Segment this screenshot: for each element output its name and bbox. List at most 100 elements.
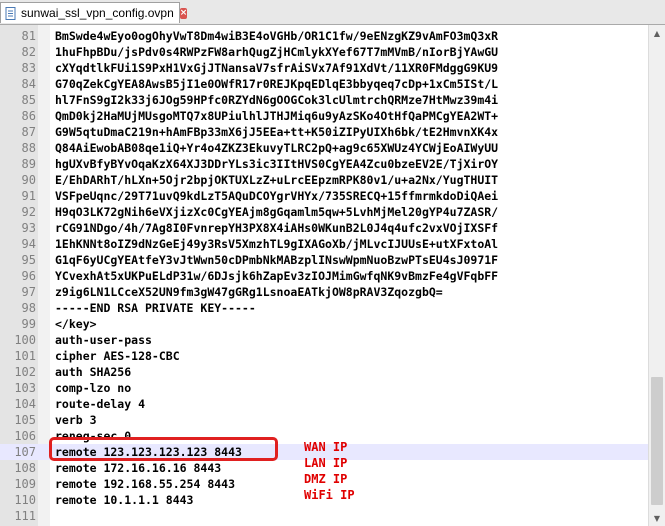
- line-number: 110: [14, 493, 36, 507]
- code-line[interactable]: 91 VSFpeUqnc/29T71uvQ9kdLzT5AQuDCOYgrVHYx…: [0, 188, 648, 204]
- line-number: 81: [21, 29, 36, 43]
- vertical-scrollbar[interactable]: ▲ ▼: [648, 25, 665, 526]
- line-number: 89: [21, 157, 36, 171]
- line-number: 99: [21, 317, 36, 331]
- code-line[interactable]: 88 Q84AiEwobAB08qe1iQ+Yr4o4ZKZ3EkuvyTLRC2…: [0, 140, 648, 156]
- tab-bar: sunwai_ssl_vpn_config.ovpn ×: [0, 0, 665, 25]
- code-line[interactable]: 95 G1qF6yUCgYEAtfeY3vJtWwn50cDPmbNkMABzpl…: [0, 252, 648, 268]
- line-number: 111: [14, 509, 36, 523]
- annotation-label: DMZ IP: [304, 472, 348, 486]
- line-number: 92: [21, 205, 36, 219]
- wan-ip-highlight-box: [49, 437, 278, 461]
- line-text[interactable]: G9W5qtuDmaC219n+hAmFBp33mX6jJ5EEa+tt+K50…: [55, 124, 498, 140]
- code-line[interactable]: 96 YCvexhAt5xUKPuELdP31w/6DJsjk6hZapEv3zI…: [0, 268, 648, 284]
- code-line[interactable]: 81 BmSwde4wEyo0ogOhyVwT8Dm4wiB3E4oVGHb/OR…: [0, 28, 648, 44]
- line-text[interactable]: hl7FnS9gI2k33j6JOg59HPfc0RZYdN6gOOGCok3l…: [55, 92, 498, 108]
- scroll-down-icon[interactable]: ▼: [649, 510, 665, 526]
- line-text[interactable]: G70qZekCgYEA8AwsB5jI1e0OWfR17r0REJKpqEDl…: [55, 76, 498, 92]
- line-text[interactable]: auth SHA256: [55, 364, 131, 380]
- line-text[interactable]: comp-lzo no: [55, 380, 131, 396]
- line-number: 108: [14, 461, 36, 475]
- line-text[interactable]: E/EhDARhT/hLXn+5Ojr2bpjOKTUXLzZ+uLrcEEpz…: [55, 172, 498, 188]
- line-text[interactable]: BmSwde4wEyo0ogOhyVwT8Dm4wiB3E4oVGHb/OR1C…: [55, 28, 498, 44]
- code-line[interactable]: 87 G9W5qtuDmaC219n+hAmFBp33mX6jJ5EEa+tt+K…: [0, 124, 648, 140]
- code-line[interactable]: 89 hgUXvBfyBYvOqaKzX64XJ3DDrYLs3ic3IItHVS…: [0, 156, 648, 172]
- line-number: 107: [14, 445, 36, 459]
- code-line[interactable]: 104 route-delay 4: [0, 396, 648, 412]
- code-line[interactable]: 94 1EhKNNt8oIZ9dNzGeEj49y3RsV5XmzhTL9gIXA…: [0, 236, 648, 252]
- line-number: 98: [21, 301, 36, 315]
- code-line[interactable]: 105 verb 3: [0, 412, 648, 428]
- line-text[interactable]: 1huFhpBDu/jsPdv0s4RWPzFW8arhQugZjHCmlykX…: [55, 44, 498, 60]
- line-number: 94: [21, 237, 36, 251]
- line-text[interactable]: verb 3: [55, 412, 97, 428]
- line-number: 93: [21, 221, 36, 235]
- line-number: 97: [21, 285, 36, 299]
- line-text[interactable]: rCG91NDgo/4h/7Ag8I0FvnrepYH3PX8X4iAHs0WK…: [55, 220, 498, 236]
- line-number: 101: [14, 349, 36, 363]
- line-number: 104: [14, 397, 36, 411]
- line-number: 85: [21, 93, 36, 107]
- line-text[interactable]: H9qO3LK72gNih6eVXjizXc0CgYEAjm8gGqamlm5q…: [55, 204, 498, 220]
- code-line[interactable]: 111: [0, 508, 648, 524]
- line-text[interactable]: route-delay 4: [55, 396, 145, 412]
- line-number: 87: [21, 125, 36, 139]
- code-line[interactable]: 100 auth-user-pass: [0, 332, 648, 348]
- close-icon[interactable]: ×: [179, 7, 188, 19]
- code-line[interactable]: 99 </key>: [0, 316, 648, 332]
- line-text[interactable]: G1qF6yUCgYEAtfeY3vJtWwn50cDPmbNkMABzplIN…: [55, 252, 498, 268]
- line-text[interactable]: remote 10.1.1.1 8443: [55, 492, 193, 508]
- line-text[interactable]: remote 192.168.55.254 8443: [55, 476, 235, 492]
- annotation-label: WiFi IP: [304, 488, 355, 502]
- code-line[interactable]: 92 H9qO3LK72gNih6eVXjizXc0CgYEAjm8gGqamlm…: [0, 204, 648, 220]
- line-text[interactable]: hgUXvBfyBYvOqaKzX64XJ3DDrYLs3ic3IItHVS0C…: [55, 156, 498, 172]
- code-line[interactable]: 86 QmD0kj2HaMUjMUsgoMTQ7x8UPiulhlJTHJMiq6…: [0, 108, 648, 124]
- line-text[interactable]: Q84AiEwobAB08qe1iQ+Yr4o4ZKZ3EkuvyTLRC2pQ…: [55, 140, 498, 156]
- code-line[interactable]: 98 -----END RSA PRIVATE KEY-----: [0, 300, 648, 316]
- line-number: 84: [21, 77, 36, 91]
- file-icon: [5, 6, 17, 20]
- code-line[interactable]: 93 rCG91NDgo/4h/7Ag8I0FvnrepYH3PX8X4iAHs0…: [0, 220, 648, 236]
- line-number: 96: [21, 269, 36, 283]
- line-number: 82: [21, 45, 36, 59]
- line-number: 86: [21, 109, 36, 123]
- code-line[interactable]: 103 comp-lzo no: [0, 380, 648, 396]
- tab-sunwai-ssl-vpn-config[interactable]: sunwai_ssl_vpn_config.ovpn ×: [0, 2, 188, 23]
- line-text[interactable]: QmD0kj2HaMUjMUsgoMTQ7x8UPiulhlJTHJMiq6u9…: [55, 108, 498, 124]
- code-line[interactable]: 82 1huFhpBDu/jsPdv0s4RWPzFW8arhQugZjHCmly…: [0, 44, 648, 60]
- line-number: 83: [21, 61, 36, 75]
- line-text[interactable]: </key>: [55, 316, 97, 332]
- line-number: 91: [21, 189, 36, 203]
- line-number: 102: [14, 365, 36, 379]
- code-line[interactable]: 97 z9ig6LN1LCceX52UN9fm3gW47gGRg1LsnoaEAT…: [0, 284, 648, 300]
- code-line[interactable]: 101 cipher AES-128-CBC: [0, 348, 648, 364]
- line-number: 105: [14, 413, 36, 427]
- text-editor[interactable]: 81 BmSwde4wEyo0ogOhyVwT8Dm4wiB3E4oVGHb/OR…: [0, 25, 665, 526]
- line-number: 106: [14, 429, 36, 443]
- line-text[interactable]: remote 172.16.16.16 8443: [55, 460, 221, 476]
- tab-label: sunwai_ssl_vpn_config.ovpn: [21, 6, 174, 20]
- code-line[interactable]: 85 hl7FnS9gI2k33j6JOg59HPfc0RZYdN6gOOGCok…: [0, 92, 648, 108]
- scroll-thumb[interactable]: [651, 377, 663, 505]
- line-text[interactable]: cipher AES-128-CBC: [55, 348, 180, 364]
- line-number: 95: [21, 253, 36, 267]
- line-text[interactable]: 1EhKNNt8oIZ9dNzGeEj49y3RsV5XmzhTL9gIXAGo…: [55, 236, 498, 252]
- line-text[interactable]: -----END RSA PRIVATE KEY-----: [55, 300, 256, 316]
- line-text[interactable]: YCvexhAt5xUKPuELdP31w/6DJsjk6hZapEv3zIOJ…: [55, 268, 498, 284]
- line-text[interactable]: z9ig6LN1LCceX52UN9fm3gW47gGRg1LsnoaEATkj…: [55, 284, 443, 300]
- code-line[interactable]: 84 G70qZekCgYEA8AwsB5jI1e0OWfR17r0REJKpqE…: [0, 76, 648, 92]
- line-text[interactable]: VSFpeUqnc/29T71uvQ9kdLzT5AQuDCOYgrVHYx/7…: [55, 188, 498, 204]
- line-number: 88: [21, 141, 36, 155]
- line-number: 109: [14, 477, 36, 491]
- code-line[interactable]: 90 E/EhDARhT/hLXn+5Ojr2bpjOKTUXLzZ+uLrcEE…: [0, 172, 648, 188]
- scroll-up-icon[interactable]: ▲: [649, 25, 665, 41]
- annotation-label: LAN IP: [304, 456, 348, 470]
- line-number: 90: [21, 173, 36, 187]
- line-text[interactable]: auth-user-pass: [55, 332, 152, 348]
- annotation-label: WAN IP: [304, 440, 348, 454]
- line-number: 103: [14, 381, 36, 395]
- line-text[interactable]: cXYqdtlkFUi1S9PxH1VxGjJTNansaV7sfrAiSVx7…: [55, 60, 498, 76]
- code-line[interactable]: 83 cXYqdtlkFUi1S9PxH1VxGjJTNansaV7sfrAiSV…: [0, 60, 648, 76]
- code-line[interactable]: 102 auth SHA256: [0, 364, 648, 380]
- line-number: 100: [14, 333, 36, 347]
